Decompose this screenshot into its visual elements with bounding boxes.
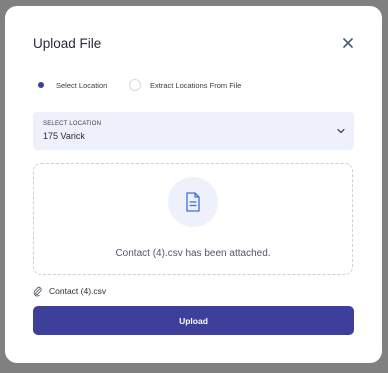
upload-button[interactable]: Upload [33, 306, 354, 335]
file-icon-circle [168, 177, 218, 227]
file-dropzone[interactable]: Contact (4).csv has been attached. [33, 163, 353, 275]
attached-file-name: Contact (4).csv [49, 286, 107, 296]
radio-label-extract-locations[interactable]: Extract Locations From File [150, 81, 241, 90]
document-icon [186, 192, 200, 212]
radio-option-extract-locations[interactable]: Extract Locations From File [129, 78, 241, 92]
close-button[interactable] [341, 36, 355, 50]
dialog-title: Upload File [33, 36, 102, 51]
location-select-value: 175 Varick [43, 131, 85, 141]
paperclip-icon [33, 286, 42, 296]
attachment-status-message: Contact (4).csv has been attached. [115, 248, 271, 259]
attached-file: Contact (4).csv [33, 285, 106, 297]
radio-option-select-location[interactable]: Select Location [35, 78, 107, 92]
chevron-down-icon [337, 128, 345, 134]
radio-extract-locations[interactable] [129, 79, 141, 91]
location-select[interactable]: SELECT LOCATION 175 Varick [33, 112, 354, 150]
close-icon [343, 38, 353, 48]
radio-select-location[interactable] [35, 79, 47, 91]
upload-file-dialog: Upload File Select Location Extract Loca… [5, 6, 382, 363]
radio-label-select-location[interactable]: Select Location [56, 81, 107, 90]
location-select-label: SELECT LOCATION [43, 121, 102, 127]
